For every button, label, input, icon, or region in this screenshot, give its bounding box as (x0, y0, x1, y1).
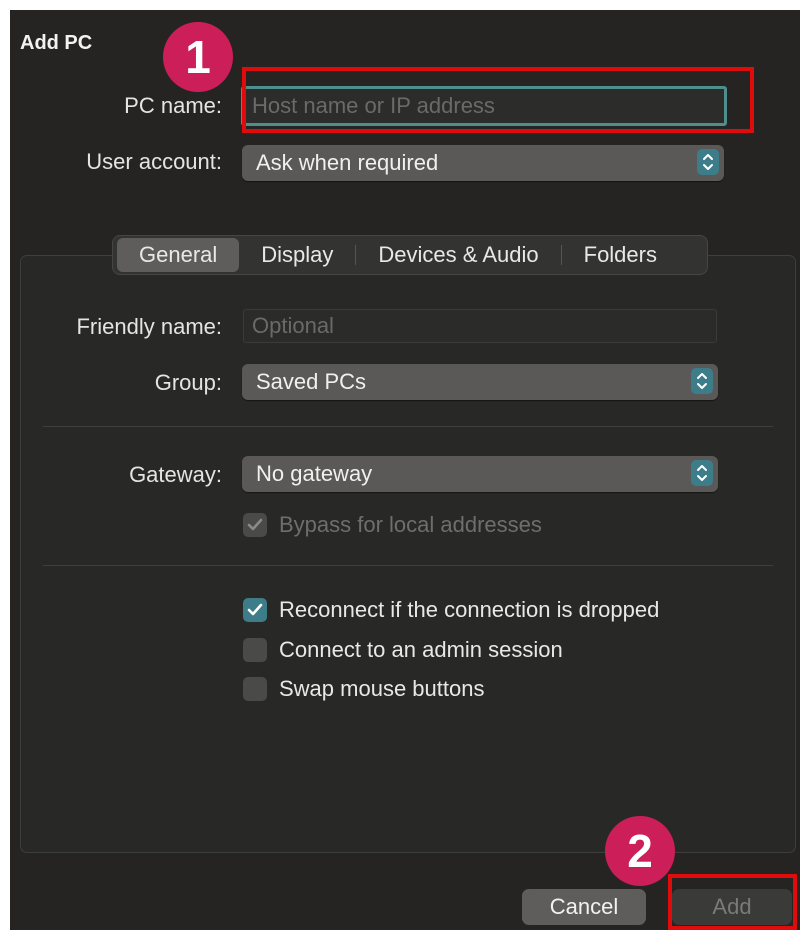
swap-mouse-checkbox[interactable]: Swap mouse buttons (243, 676, 484, 702)
reconnect-label: Reconnect if the connection is dropped (279, 597, 660, 622)
step2-badge: 2 (605, 816, 675, 886)
tab-bar: General Display Devices & Audio Folders (112, 235, 708, 275)
pc-name-label: PC name: (124, 93, 222, 118)
bypass-local-label: Bypass for local addresses (279, 512, 542, 537)
cancel-button[interactable]: Cancel (522, 889, 646, 925)
swap-mouse-label: Swap mouse buttons (279, 676, 485, 701)
group-value: Saved PCs (256, 369, 367, 394)
friendly-name-label: Friendly name: (76, 314, 222, 339)
user-account-popup[interactable]: Ask when required (242, 145, 724, 181)
group-popup[interactable]: Saved PCs (242, 364, 718, 400)
gateway-popup[interactable]: No gateway (242, 456, 718, 492)
checkbox-box (243, 513, 267, 537)
step2-highlight-box (668, 874, 797, 930)
checkmark-icon (247, 603, 263, 616)
friendly-name-input[interactable] (243, 309, 717, 343)
dialog-title: Add PC (20, 32, 93, 54)
admin-session-checkbox[interactable]: Connect to an admin session (243, 637, 563, 663)
group-label: Group: (154, 370, 222, 395)
step1-badge: 1 (163, 22, 233, 92)
section-divider (43, 565, 773, 566)
add-pc-dialog: Add PC PC name: User account: Ask when r… (10, 10, 800, 930)
section-divider (43, 426, 773, 427)
step1-highlight-box (242, 67, 754, 133)
checkbox-box (243, 677, 267, 701)
up-down-chevron-icon (691, 368, 713, 394)
gateway-value: No gateway (256, 461, 373, 486)
up-down-chevron-icon (691, 460, 713, 486)
checkbox-box (243, 638, 267, 662)
user-account-label: User account: (86, 149, 222, 174)
tab-devices-audio[interactable]: Devices & Audio (356, 238, 560, 272)
gateway-label: Gateway: (129, 462, 222, 487)
tab-general[interactable]: General (117, 238, 240, 272)
settings-group-box (20, 255, 796, 853)
checkbox-box (243, 598, 267, 622)
checkmark-icon (247, 518, 263, 531)
up-down-chevron-icon (697, 149, 719, 175)
reconnect-checkbox[interactable]: Reconnect if the connection is dropped (243, 597, 659, 623)
tab-folders[interactable]: Folders (562, 238, 679, 272)
admin-session-label: Connect to an admin session (279, 637, 563, 662)
user-account-value: Ask when required (256, 150, 439, 175)
tab-display[interactable]: Display (239, 238, 355, 272)
bypass-local-checkbox: Bypass for local addresses (243, 512, 542, 538)
